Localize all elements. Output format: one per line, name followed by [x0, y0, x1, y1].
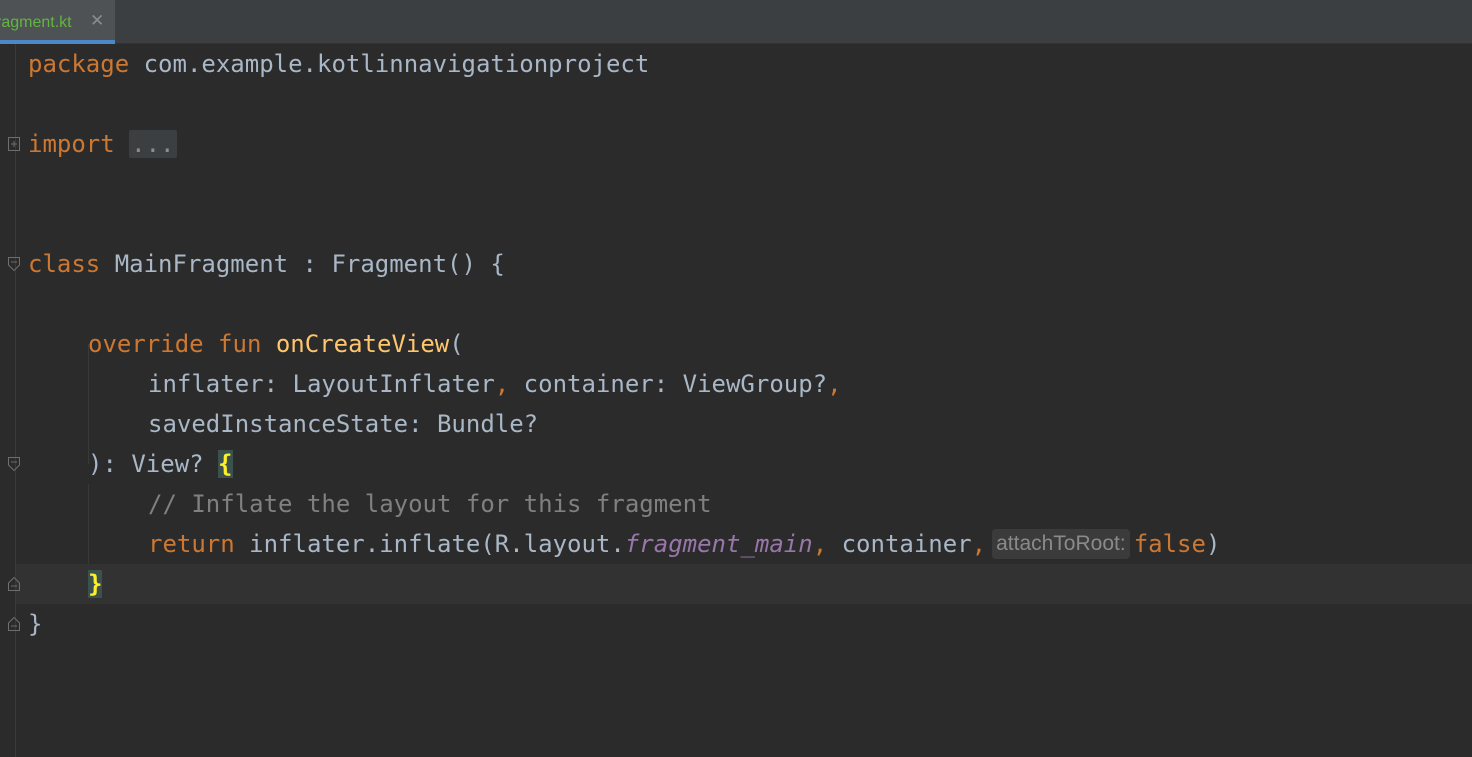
boolean-literal: false — [1133, 530, 1206, 558]
code-line-9[interactable]: inflater: LayoutInflater, container: Vie… — [148, 364, 842, 404]
parameter-hint: attachToRoot: — [992, 529, 1130, 559]
comment: // Inflate the layout for this fragment — [148, 490, 712, 518]
class-declaration: MainFragment : Fragment() { — [100, 250, 505, 278]
close-icon[interactable]: ✕ — [90, 11, 104, 31]
tab-mainfragment[interactable]: ragment.kt ✕ — [0, 0, 115, 44]
call-expression: inflater.inflate(R.layout. — [234, 530, 625, 558]
param: inflater: LayoutInflater — [148, 370, 495, 398]
package-name: com.example.kotlinnavigationproject — [129, 50, 650, 78]
editor-tab-bar: ragment.kt ✕ — [0, 0, 1472, 44]
fold-collapse-icon[interactable] — [8, 457, 20, 471]
code-line-1[interactable]: package com.example.kotlinnavigationproj… — [28, 44, 649, 84]
keyword: fun — [218, 330, 262, 358]
keyword: package — [28, 50, 130, 78]
keyword: override — [88, 330, 204, 358]
fold-expand-icon[interactable] — [8, 137, 20, 151]
fold-collapse-icon[interactable] — [8, 257, 20, 271]
param: container: ViewGroup? — [509, 370, 828, 398]
code-line-8[interactable]: override fun onCreateView( — [88, 324, 464, 364]
code-line-6[interactable]: class MainFragment : Fragment() { — [28, 244, 505, 284]
code-line-11[interactable]: ): View? { — [88, 444, 233, 484]
code-line-14[interactable]: } — [88, 564, 103, 604]
fold-end-icon[interactable] — [8, 577, 20, 591]
code-line-15[interactable]: } — [28, 604, 42, 644]
matched-brace: } — [88, 570, 103, 598]
folded-imports-placeholder[interactable]: ... — [129, 130, 177, 158]
layout-field: fragment_main — [624, 530, 813, 558]
comma: , — [827, 370, 842, 398]
code-line-10[interactable]: savedInstanceState: Bundle? — [148, 404, 538, 444]
argument: container — [827, 530, 972, 558]
comma: , — [812, 530, 828, 558]
comma: , — [494, 370, 510, 398]
code-line-3[interactable]: import ... — [28, 124, 177, 164]
current-line-highlight — [16, 564, 1472, 604]
indent-guide — [88, 484, 89, 564]
tab-label[interactable]: ragment.kt — [0, 14, 72, 32]
code-line-13[interactable]: return inflater.inflate(R.layout.fragmen… — [148, 524, 1220, 564]
return-type: ): View? — [88, 450, 219, 478]
code-line-12[interactable]: // Inflate the layout for this fragment — [148, 484, 712, 524]
closing-brace: } — [28, 610, 43, 638]
comma: , — [971, 530, 987, 558]
keyword: return — [148, 530, 235, 558]
code-editor[interactable]: package com.example.kotlinnavigationproj… — [0, 44, 1472, 757]
param: savedInstanceState: Bundle? — [148, 410, 539, 438]
function-name: onCreateView — [275, 330, 450, 358]
fold-end-icon[interactable] — [8, 617, 20, 631]
matched-brace: { — [218, 450, 233, 478]
paren: ( — [449, 330, 464, 358]
keyword: class — [28, 250, 101, 278]
keyword: import — [28, 130, 115, 158]
paren: ) — [1205, 530, 1221, 558]
